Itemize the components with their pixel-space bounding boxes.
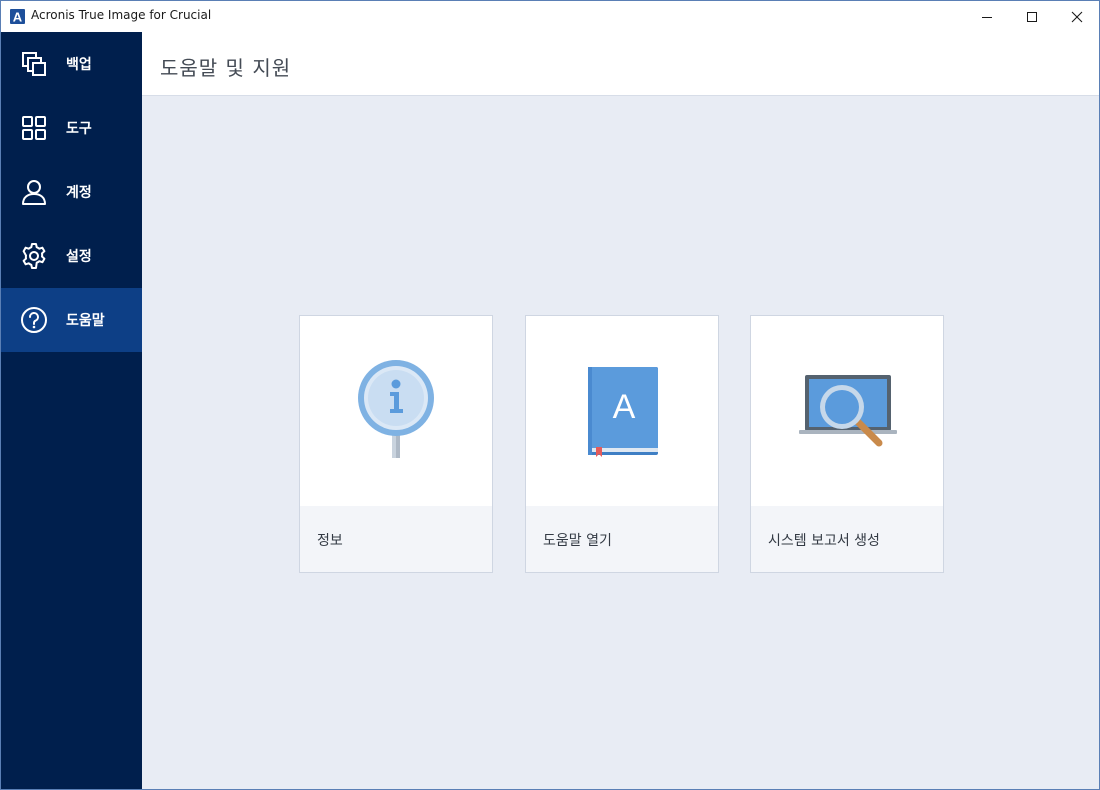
- sidebar-item-label: 백업: [66, 57, 92, 73]
- maximize-icon: [1027, 11, 1037, 22]
- window-title: Acronis True Image for Crucial: [31, 8, 212, 22]
- svg-text:A: A: [613, 388, 636, 426]
- info-sign-icon: [358, 360, 434, 458]
- card-illustration: [300, 316, 492, 506]
- system-report-card[interactable]: 시스템 보고서 생성: [750, 315, 944, 573]
- settings-gear-icon: [20, 242, 48, 270]
- system-report-magnifier-icon: [799, 375, 897, 447]
- help-question-icon: [20, 306, 48, 334]
- main-content: 도움말 및 지원 정보 A 도움말 열기 시스템 보고서 생성: [142, 32, 1099, 789]
- tools-grid-icon: [20, 114, 48, 142]
- card-label: 시스템 보고서 생성: [768, 533, 880, 549]
- sidebar-item-label: 계정: [66, 185, 92, 201]
- sidebar-item-account[interactable]: 계정: [1, 160, 142, 224]
- card-illustration: A: [526, 316, 718, 506]
- card-label: 정보: [317, 533, 343, 549]
- about-card[interactable]: 정보: [299, 315, 493, 573]
- sidebar-item-label: 도움말: [66, 313, 105, 329]
- card-label: 도움말 열기: [543, 533, 612, 549]
- open-help-card[interactable]: A 도움말 열기: [525, 315, 719, 573]
- page-title: 도움말 및 지원: [160, 56, 292, 80]
- card-footer: 정보: [300, 506, 492, 572]
- sidebar-item-label: 설정: [66, 249, 92, 265]
- sidebar-item-tools[interactable]: 도구: [1, 96, 142, 160]
- account-icon: [20, 178, 48, 206]
- acronis-logo-icon: A: [10, 9, 25, 24]
- maximize-button[interactable]: [1009, 1, 1055, 32]
- card-footer: 도움말 열기: [526, 506, 718, 572]
- minimize-button[interactable]: [964, 1, 1010, 32]
- app-window: A Acronis True Image for Crucial 백업 도구 계…: [0, 0, 1100, 790]
- minimize-icon: [982, 16, 992, 18]
- card-illustration: [751, 316, 943, 506]
- backup-icon: [20, 50, 48, 78]
- title-bar: A Acronis True Image for Crucial: [1, 1, 1099, 32]
- card-footer: 시스템 보고서 생성: [751, 506, 943, 572]
- sidebar-item-help[interactable]: 도움말: [1, 288, 142, 352]
- sidebar-item-backup[interactable]: 백업: [1, 32, 142, 96]
- close-button[interactable]: [1054, 1, 1099, 32]
- help-book-icon: A: [588, 367, 658, 457]
- sidebar-item-label: 도구: [66, 121, 92, 137]
- sidebar: 백업 도구 계정 설정 도움말: [1, 32, 142, 789]
- svg-text:A: A: [13, 10, 23, 25]
- close-icon: [1071, 11, 1083, 22]
- page-header: 도움말 및 지원: [142, 32, 1099, 96]
- sidebar-item-settings[interactable]: 설정: [1, 224, 142, 288]
